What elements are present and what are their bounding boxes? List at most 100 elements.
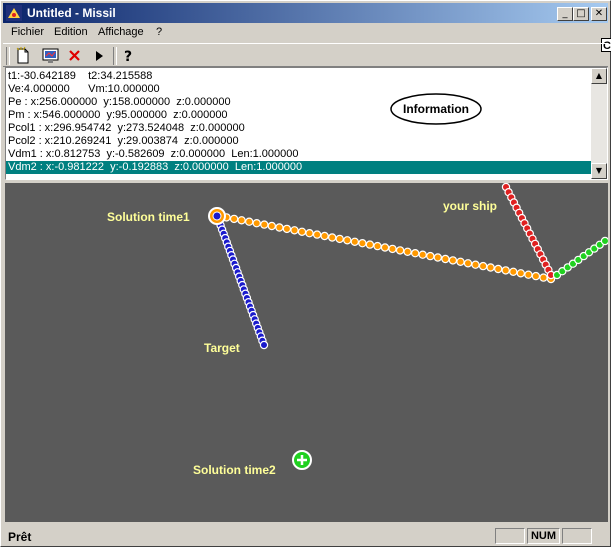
info-panel[interactable]: t1:-30.642189 t2:34.215588 Ve:4.000000 V… [5, 67, 608, 180]
app-window: Untitled - Missil _ □ ✕ Fichier Edition … [0, 0, 611, 547]
delete-icon [69, 50, 80, 61]
solution-trail-dot [433, 253, 442, 262]
solution-trail-dot [267, 221, 276, 231]
solution-trail-dot [494, 264, 503, 274]
solution-time2-marker [292, 450, 312, 470]
solution-trail-dot [478, 261, 488, 271]
svg-text:?: ? [124, 49, 132, 65]
scene-svg[interactable]: Solution time1 your ship Target Solution… [5, 183, 608, 522]
scroll-up-button[interactable]: ▲ [591, 68, 607, 84]
label-your-ship: your ship [443, 199, 497, 213]
solution-trail-dot [380, 243, 390, 252]
toolbar-grip [6, 47, 10, 65]
info-line-pe: Pe : x:256.000000 y:158.000000 z:0.00000… [8, 96, 231, 108]
solution-trail-dot [403, 247, 412, 257]
solution-trail-dot [260, 220, 269, 229]
play-icon [96, 51, 103, 61]
title-bar[interactable]: Untitled - Missil _ □ ✕ [3, 3, 608, 23]
info-line-pcol2: Pcol2 : x:210.269241 y:29.003874 z:0.000… [8, 135, 239, 147]
app-icon [6, 5, 22, 21]
solution-trail-dot [358, 239, 367, 248]
monitor-icon [42, 48, 59, 63]
solution-trail-dot [411, 248, 420, 258]
solution-trail-dot [252, 219, 261, 228]
menu-help[interactable]: ? [156, 26, 162, 38]
solution-trail-dot [350, 237, 359, 247]
info-line-times: t1:-30.642189 t2:34.215588 [8, 70, 153, 82]
solution-trail-dot [395, 246, 405, 255]
solution-trail-dot [456, 257, 465, 267]
window-title: Untitled - Missil [27, 6, 116, 20]
menu-affichage[interactable]: Affichage [98, 26, 144, 38]
ship-future-trail [552, 236, 608, 280]
target-trail-dot [259, 340, 269, 350]
solution-trail-dot [244, 217, 254, 226]
scroll-down-button[interactable]: ▼ [591, 163, 607, 179]
solution-trail-dot [388, 244, 397, 254]
solution-trail-dot [229, 214, 239, 224]
view-button[interactable] [40, 46, 62, 66]
status-bar: Prêt NUM [3, 526, 608, 546]
help-button[interactable]: ? [117, 46, 139, 66]
simulation-canvas[interactable]: Solution time1 your ship Target Solution… [5, 183, 608, 522]
info-line-speeds: Ve:4.000000 Vm:10.000000 [8, 83, 160, 95]
solution-trail-dot [441, 254, 450, 264]
information-badge-label: Information [403, 102, 469, 116]
solution-trail-dot [290, 226, 299, 235]
label-solution-time2: Solution time2 [193, 463, 276, 477]
solution-trail-dot [275, 223, 284, 232]
new-file-icon [16, 46, 29, 64]
solution-trail-dot [418, 250, 427, 259]
solution-trail-dot [365, 240, 375, 249]
solution-trail-dot [471, 260, 480, 269]
solution-time1-marker [208, 207, 226, 225]
status-pane-caps [495, 528, 525, 544]
solution-trail-dot [335, 234, 344, 244]
delete-button[interactable] [64, 46, 86, 66]
solution-trail-dot [516, 269, 526, 278]
solution-trail-dot [373, 241, 382, 251]
status-text: Prêt [8, 530, 32, 544]
solution-trail-dot [426, 251, 435, 261]
new-file-button[interactable] [12, 46, 34, 66]
target-trail [214, 216, 269, 350]
solution-trail-dot [539, 273, 548, 282]
info-scrollbar[interactable]: ▲ ▼ [591, 68, 607, 179]
solution-trail-dot [305, 229, 314, 238]
information-badge: Information [390, 93, 482, 125]
solution-trail-dot [531, 271, 541, 281]
solution-trail-dot [524, 270, 533, 279]
label-target: Target [204, 341, 240, 355]
menu-edition[interactable]: Edition [54, 26, 88, 38]
solution-trail-dot [312, 230, 322, 239]
solution-trail-dot [237, 216, 246, 225]
solution-trail-dot [343, 236, 352, 245]
solution-trail-dot [509, 267, 518, 277]
ship-trail [501, 183, 556, 280]
close-button[interactable]: ✕ [591, 7, 607, 21]
solution-trail-dot [282, 224, 292, 234]
play-button[interactable] [88, 46, 110, 66]
ship-future-trail-dot [600, 236, 608, 246]
info-line-vdm1: Vdm1 : x:0.812753 y:-0.582609 z:0.000000… [8, 148, 299, 160]
label-solution-time1: Solution time1 [107, 210, 190, 224]
info-line-pcol1: Pcol1 : x:296.954742 y:273.524048 z:0.00… [8, 122, 245, 134]
toolbar: ? [3, 43, 608, 67]
solution-trail-dot [328, 233, 337, 242]
solution-trail-dot [320, 231, 329, 241]
help-icon: ? [124, 49, 132, 65]
solution-trail-dot [501, 266, 510, 275]
solution-trail-dot [448, 256, 458, 265]
status-pane-num: NUM [527, 528, 560, 544]
solution-trail [214, 211, 556, 284]
solution-trail-dot [463, 259, 473, 268]
menu-fichier[interactable]: Fichier [11, 26, 44, 38]
maximize-button[interactable]: □ [573, 7, 589, 21]
solution-trail-dot [297, 227, 307, 237]
info-line-vdm2-selected: Vdm2 : x:-0.981222 y:-0.192883 z:0.00000… [6, 161, 594, 174]
info-line-pm: Pm : x:546.000000 y:95.000000 z:0.000000 [8, 109, 228, 121]
menu-bar: Fichier Edition Affichage ? [3, 24, 608, 42]
status-pane-scroll [562, 528, 592, 544]
minimize-button[interactable]: _ [557, 7, 573, 21]
solution-trail-dot [486, 263, 495, 272]
